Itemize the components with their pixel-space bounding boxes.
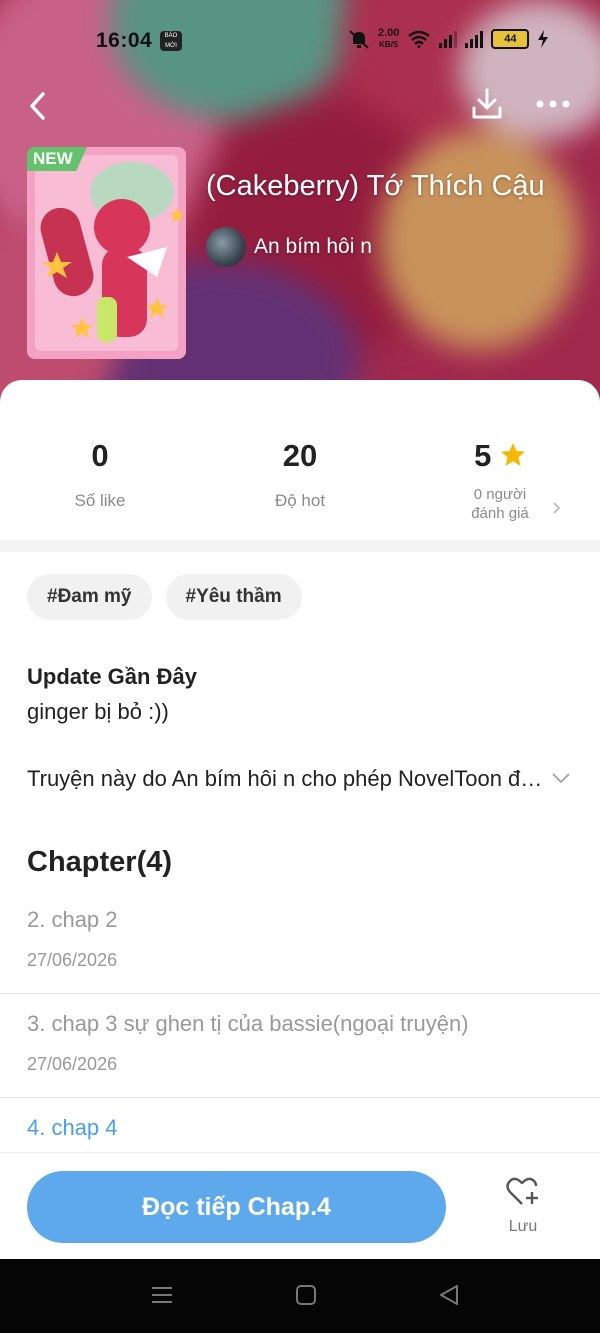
book-cover[interactable]: NEW (27, 147, 186, 359)
signal-icon-2 (465, 30, 484, 48)
mute-bell-icon (349, 30, 369, 49)
author-link[interactable]: An bím hôi n (206, 227, 372, 267)
stats-row: 0 Số like 20 Độ hot 5 0 người đánh giá (0, 435, 600, 535)
book-description[interactable]: Truyện này do An bím hôi n cho phép Nove… (27, 766, 547, 792)
rating-stat[interactable]: 5 0 người đánh giá (400, 435, 600, 523)
back-triangle-icon[interactable] (437, 1283, 461, 1307)
chapter-item[interactable]: 3. chap 3 sự ghen tị của bassie(ngoại tr… (0, 994, 600, 1098)
likes-stat: 0 Số like (0, 435, 200, 511)
rating-value-row: 5 (400, 435, 600, 477)
download-icon (472, 88, 502, 119)
back-arrow-icon (30, 92, 45, 120)
charging-icon (538, 30, 549, 48)
chapter-date: 27/06/2026 (27, 1054, 118, 1074)
battery-icon: 44 (491, 29, 530, 49)
section-divider (0, 540, 600, 552)
book-header: 16:04 BÁO MỚI 2.00 KB/S 44 NEW (Cakeberr… (0, 0, 600, 420)
tag-yeu-tham[interactable]: #Yêu thầm (165, 574, 302, 620)
tag-list: #Đam mỹ #Yêu thầm (27, 574, 302, 620)
update-title: Update Gần Đây (27, 664, 197, 689)
menu-icon[interactable] (150, 1283, 174, 1307)
likes-label: Số like (74, 491, 126, 510)
network-speed: 2.00 KB/S (378, 28, 399, 50)
more-button[interactable] (532, 84, 574, 124)
continue-reading-button[interactable]: Đọc tiếp Chap.4 (27, 1171, 446, 1243)
rating-value: 5 (474, 438, 492, 473)
cover-illustration (27, 147, 186, 359)
bottom-action-bar: Đọc tiếp Chap.4 Lưu (0, 1152, 600, 1260)
rating-label-line2: đánh giá (471, 505, 529, 522)
chapter-name: 4. chap 4 (27, 1115, 118, 1140)
rating-label: 0 người đánh giá (400, 485, 600, 523)
heart-plus-icon (506, 1177, 538, 1205)
speed-unit: KB/S (379, 40, 399, 49)
chevron-right-icon[interactable] (552, 501, 562, 515)
author-name: An bím hôi n (254, 235, 372, 258)
wifi-icon (408, 30, 431, 48)
chevron-down-icon[interactable] (551, 772, 571, 784)
book-title: (Cakeberry) Tớ Thích Cậu (206, 170, 545, 202)
system-nav-bar (0, 1259, 600, 1333)
back-button[interactable] (22, 86, 52, 126)
chapter-name: 3. chap 3 sự ghen tị của bassie(ngoại tr… (27, 1011, 469, 1036)
author-avatar (206, 227, 246, 267)
chapter-name: 2. chap 2 (27, 907, 118, 932)
rating-label-line1: 0 người (473, 486, 527, 503)
news-app-badge: BÁO MỚI (160, 31, 182, 51)
status-icons: 2.00 KB/S 44 (348, 28, 549, 50)
tag-dam-my[interactable]: #Đam mỹ (27, 574, 152, 620)
content-sheet: 0 Số like 20 Độ hot 5 0 người đánh giá #… (0, 380, 600, 1160)
signal-icon-1 (439, 30, 458, 48)
chapter-date: 27/06/2026 (27, 950, 118, 970)
hot-value: 20 (282, 438, 318, 473)
star-icon (500, 443, 525, 466)
more-icon (536, 100, 570, 108)
speed-value: 2.00 (378, 27, 400, 39)
status-time: 16:04 (96, 29, 153, 52)
status-bar: 16:04 BÁO MỚI 2.00 KB/S 44 (0, 0, 600, 80)
chapter-header: Chapter(4) (27, 846, 173, 878)
update-text: ginger bị bỏ :)) (27, 699, 169, 724)
hot-label: Độ hot (274, 491, 326, 510)
save-button[interactable]: Lưu (492, 1177, 554, 1247)
likes-value: 0 (91, 438, 109, 473)
download-button[interactable] (468, 84, 506, 124)
save-label: Lưu (508, 1218, 538, 1235)
home-square-icon[interactable] (294, 1283, 318, 1307)
chapter-item[interactable]: 2. chap 2 27/06/2026 (0, 890, 600, 994)
top-nav (0, 84, 600, 128)
hot-stat: 20 Độ hot (200, 435, 400, 511)
